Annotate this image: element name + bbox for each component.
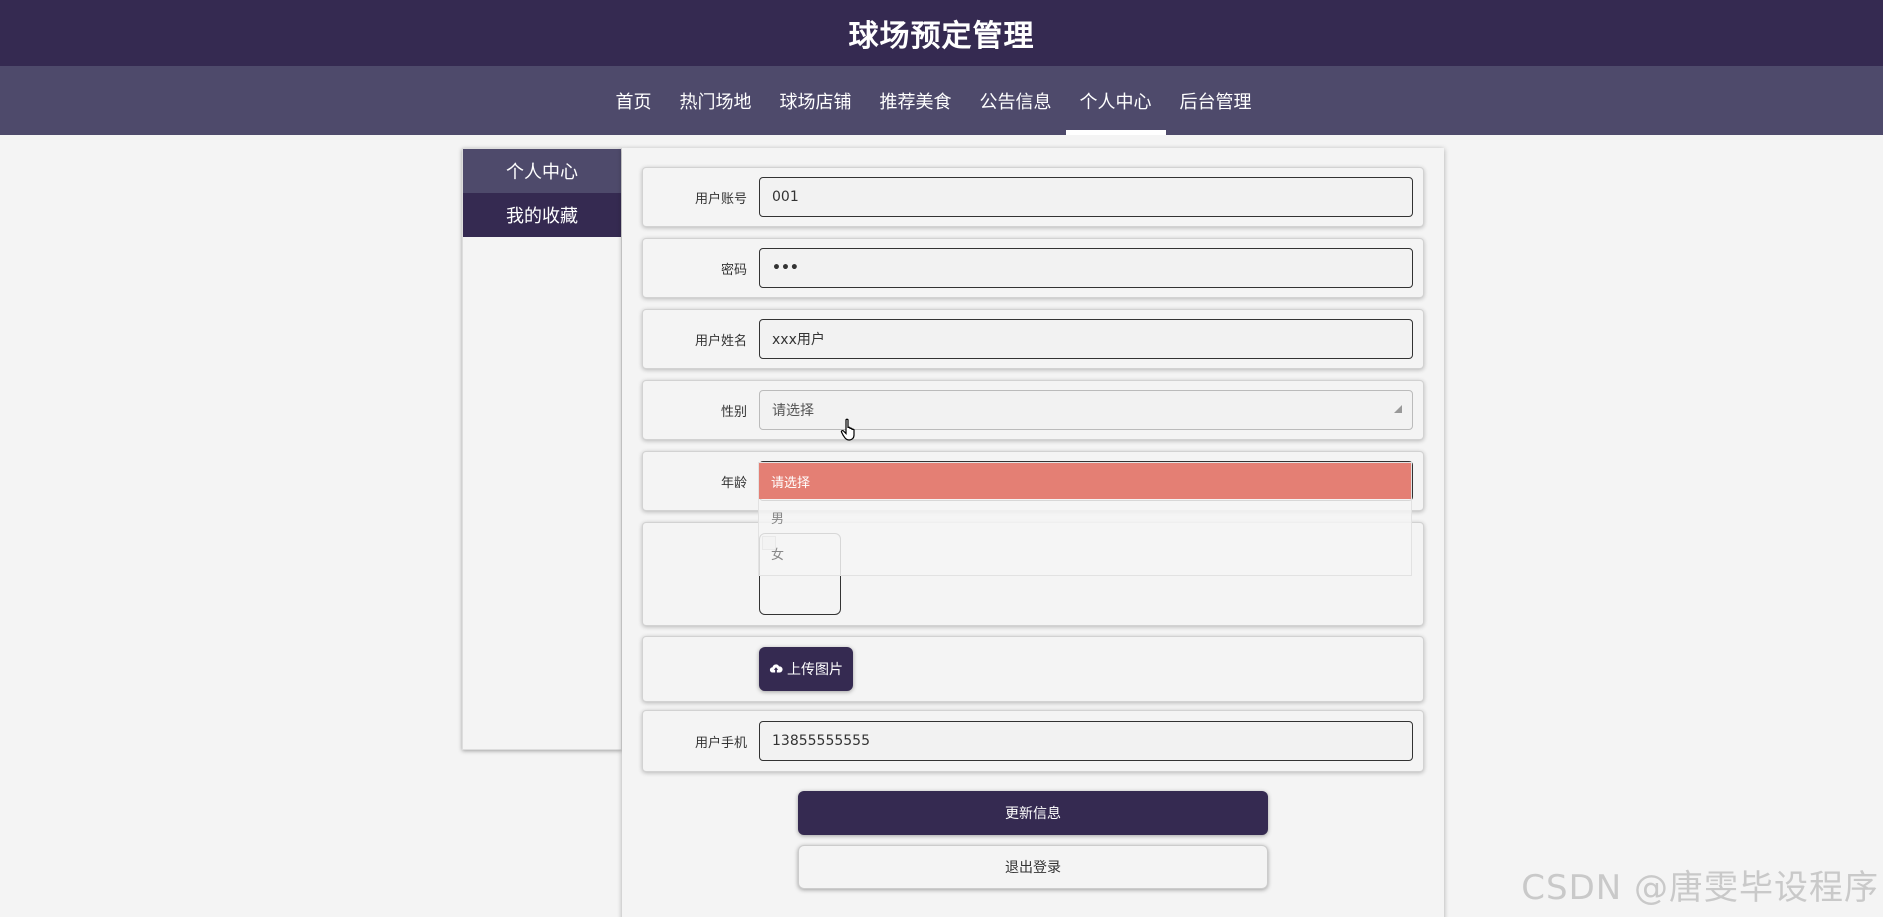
form-row-gender: 性别 请选择	[642, 380, 1424, 440]
name-input[interactable]: xxx用户	[759, 319, 1413, 359]
gender-label: 性别	[720, 405, 747, 420]
select-arrow-icon	[1394, 405, 1402, 413]
nav-item-shops[interactable]: 球场店铺	[766, 66, 866, 135]
site-title: 球场预定管理	[848, 19, 1035, 54]
watermark: CSDN @唐雯毕设程序	[1521, 868, 1879, 908]
password-label: 密码	[720, 263, 747, 278]
password-input[interactable]: •••	[759, 248, 1413, 288]
gender-dropdown-menu: 请选择 男 女	[758, 462, 1412, 576]
nav-item-admin[interactable]: 后台管理	[1166, 66, 1266, 135]
sidebar: 个人中心 我的收藏	[462, 148, 622, 750]
gender-option-male[interactable]: 男	[759, 499, 1411, 535]
nav-item-notices[interactable]: 公告信息	[966, 66, 1066, 135]
phone-input[interactable]: 13855555555	[759, 721, 1413, 761]
account-input[interactable]: 001	[759, 177, 1413, 217]
cloud-upload-icon	[769, 664, 783, 673]
form-row-password: 密码 •••	[642, 238, 1424, 298]
form-row-name: 用户姓名 xxx用户	[642, 309, 1424, 369]
nav-item-home[interactable]: 首页	[602, 66, 666, 135]
gender-select-value: 请选择	[772, 403, 814, 419]
app-header: 球场预定管理	[0, 0, 1883, 66]
update-info-button[interactable]: 更新信息	[798, 791, 1268, 835]
upload-image-button[interactable]: 上传图片	[759, 647, 853, 691]
account-label: 用户账号	[694, 192, 747, 207]
form-row-upload: 上传图片	[642, 636, 1424, 702]
nav-item-food[interactable]: 推荐美食	[866, 66, 966, 135]
form-row-account: 用户账号 001	[642, 167, 1424, 227]
gender-option-placeholder[interactable]: 请选择	[759, 463, 1411, 499]
age-label: 年龄	[720, 476, 747, 491]
nav-item-hot-venues[interactable]: 热门场地	[666, 66, 766, 135]
name-label: 用户姓名	[694, 334, 747, 349]
logout-button[interactable]: 退出登录	[798, 845, 1268, 889]
nav-item-personal-center[interactable]: 个人中心	[1065, 66, 1166, 135]
form-row-phone: 用户手机 13855555555	[642, 710, 1424, 772]
sidebar-item-personal-center[interactable]: 个人中心	[463, 149, 621, 193]
upload-image-label: 上传图片	[787, 662, 843, 678]
gender-option-female[interactable]: 女	[759, 535, 1411, 571]
phone-label: 用户手机	[694, 736, 747, 751]
sidebar-item-favorites[interactable]: 我的收藏	[463, 193, 621, 237]
main-nav: 首页 热门场地 球场店铺 推荐美食 公告信息 个人中心 后台管理	[0, 66, 1883, 135]
hand-pointer-icon	[840, 418, 855, 441]
